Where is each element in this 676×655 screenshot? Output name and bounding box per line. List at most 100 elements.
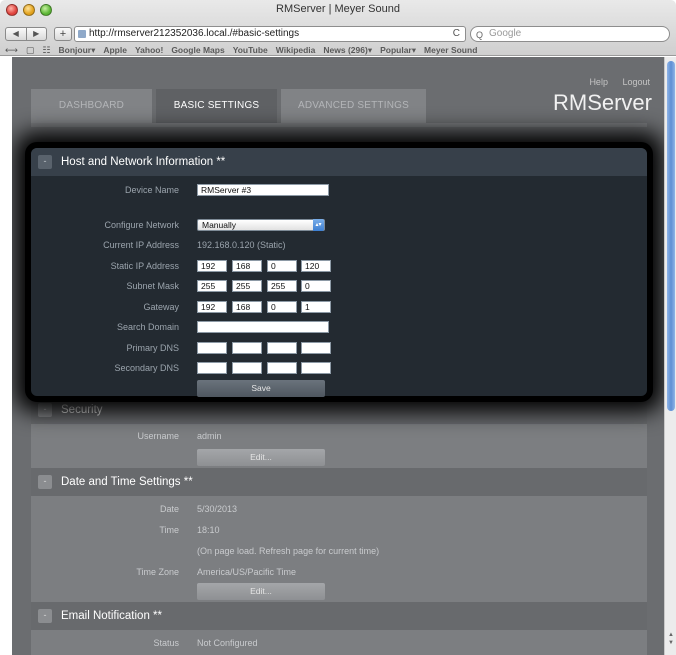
bookmarks-bar: ⟷ ▢ ☷ Bonjour▾ Apple Yahoo! Google Maps … <box>5 44 477 56</box>
gateway-label: Gateway <box>143 301 179 312</box>
main-tabs: DASHBOARD BASIC SETTINGS ADVANCED SETTIN… <box>31 89 426 123</box>
bookmark-item[interactable]: Meyer Sound <box>424 45 477 55</box>
email-panel: - Email Notification ** Status Not Confi… <box>31 602 647 655</box>
email-header[interactable]: - Email Notification ** <box>31 602 647 630</box>
search-input[interactable]: Q Google <box>470 26 670 42</box>
primary-dns-octet-3[interactable] <box>267 341 297 354</box>
scroll-thumb[interactable] <box>667 61 675 411</box>
static-ip-octet-3[interactable]: 0 <box>267 259 297 272</box>
page-scrollbar[interactable]: ▲ ▼ <box>664 57 676 655</box>
timezone-value: America/US/Pacific Time <box>197 567 297 577</box>
bookmark-item[interactable]: Google Maps <box>171 45 224 55</box>
status-value: Not Configured <box>197 638 258 648</box>
static-ip-octet-2[interactable]: 168 <box>232 259 262 272</box>
username-row: Username admin <box>31 426 647 447</box>
current-ip-value: 192.168.0.120 (Static) <box>197 240 286 250</box>
bookmark-item[interactable]: Yahoo! <box>135 45 163 55</box>
date-value: 5/30/2013 <box>197 504 238 514</box>
search-domain-input[interactable] <box>197 321 329 333</box>
configure-network-value: Manually <box>202 219 237 230</box>
secondary-dns-octet-3[interactable] <box>267 362 297 374</box>
primary-dns-octet-2[interactable] <box>232 341 262 354</box>
device-name-input[interactable]: RMServer #3 <box>197 184 329 196</box>
tab-advanced-settings[interactable]: ADVANCED SETTINGS <box>281 89 426 123</box>
network-title: Host and Network Information ** <box>61 156 226 168</box>
back-forward-buttons: ◀ ▶ <box>5 27 47 41</box>
subnet-octet-3[interactable]: 255 <box>267 280 297 292</box>
configure-network-row: Configure Network Manually ▴▾ <box>31 215 647 236</box>
network-header[interactable]: - Host and Network Information ** <box>31 148 647 176</box>
bookmark-item[interactable]: Bonjour▾ <box>59 45 96 56</box>
bookmark-item[interactable]: YouTube <box>233 45 268 55</box>
collapse-icon[interactable]: - <box>38 609 52 623</box>
back-button[interactable]: ◀ <box>6 28 27 40</box>
datetime-header[interactable]: - Date and Time Settings ** <box>31 468 647 496</box>
security-panel: - Security Username admin Edit... <box>31 396 647 468</box>
gateway-row: Gateway 192 168 0 1 <box>31 297 647 318</box>
subnet-octet-1[interactable]: 255 <box>197 280 227 292</box>
static-ip-octet-1[interactable]: 192 <box>197 259 227 272</box>
datetime-body: Date 5/30/2013 Time 18:10 (On page load.… <box>31 496 647 602</box>
gateway-octet-3[interactable]: 0 <box>267 300 297 313</box>
collapse-icon[interactable]: - <box>38 155 52 169</box>
logout-link[interactable]: Logout <box>622 77 650 87</box>
static-ip-octet-4[interactable]: 120 <box>301 259 331 272</box>
primary-dns-octet-4[interactable] <box>301 341 331 354</box>
security-title: Security <box>61 404 103 416</box>
bookmarks-book-icon[interactable]: ▢ <box>26 45 35 56</box>
collapse-icon[interactable]: - <box>38 475 52 489</box>
date-row: Date 5/30/2013 <box>31 499 647 520</box>
edit-security-button[interactable]: Edit... <box>197 449 325 466</box>
date-label: Date <box>159 504 179 514</box>
time-note: (On page load. Refresh page for current … <box>197 546 380 556</box>
static-ip-label: Static IP Address <box>110 260 179 271</box>
web-page: Help Logout RMServer DASHBOARD BASIC SET… <box>12 57 664 655</box>
add-bookmark-button[interactable]: + <box>54 27 72 41</box>
secondary-dns-octet-2[interactable] <box>232 362 262 374</box>
reload-icon[interactable]: C <box>453 27 460 41</box>
gateway-octet-1[interactable]: 192 <box>197 300 227 313</box>
secondary-dns-octet-1[interactable] <box>197 362 227 374</box>
status-label: Status <box>153 638 179 648</box>
timezone-label: Time Zone <box>136 567 179 577</box>
reading-list-icon[interactable]: ⟷ <box>5 45 18 56</box>
current-ip-row: Current IP Address 192.168.0.120 (Static… <box>31 235 647 256</box>
network-body: Device Name RMServer #3 Configure Networ… <box>31 176 647 399</box>
gateway-octet-4[interactable]: 1 <box>301 300 331 313</box>
window-title: RMServer | Meyer Sound <box>276 3 400 15</box>
primary-dns-label: Primary DNS <box>126 342 179 353</box>
tab-basic-settings[interactable]: BASIC SETTINGS <box>156 89 277 123</box>
bookmark-item[interactable]: Apple <box>103 45 127 55</box>
bookmark-item[interactable]: Popular▾ <box>380 45 416 56</box>
secondary-dns-row: Secondary DNS <box>31 358 647 379</box>
save-button[interactable]: Save <box>197 379 325 397</box>
help-link[interactable]: Help <box>589 77 608 87</box>
scroll-arrows-icon[interactable]: ▲ ▼ <box>668 631 674 647</box>
primary-dns-octet-1[interactable] <box>197 341 227 354</box>
collapse-icon[interactable]: - <box>38 403 52 417</box>
top-sites-icon[interactable]: ☷ <box>42 45 50 56</box>
time-label: Time <box>159 525 179 535</box>
forward-button[interactable]: ▶ <box>27 28 47 40</box>
secondary-dns-octet-4[interactable] <box>301 362 331 374</box>
edit-datetime-button[interactable]: Edit... <box>197 583 325 600</box>
configure-network-select[interactable]: Manually ▴▾ <box>197 218 325 231</box>
subnet-octet-4[interactable]: 0 <box>301 280 331 292</box>
address-bar[interactable]: http://rmserver212352036.local./#basic-s… <box>74 26 466 42</box>
bookmark-item[interactable]: News (296)▾ <box>323 45 372 56</box>
browser-toolbar: RMServer | Meyer Sound ◀ ▶ + http://rmse… <box>0 0 676 56</box>
time-row: Time 18:10 <box>31 520 647 541</box>
status-row: Status Not Configured <box>31 633 647 654</box>
email-body: Status Not Configured <box>31 630 647 655</box>
gateway-octet-2[interactable]: 168 <box>232 300 262 313</box>
subnet-row: Subnet Mask 255 255 255 0 <box>31 276 647 297</box>
tab-dashboard[interactable]: DASHBOARD <box>31 89 152 123</box>
current-ip-label: Current IP Address <box>103 240 179 250</box>
subnet-octet-2[interactable]: 255 <box>232 280 262 292</box>
email-title: Email Notification ** <box>61 610 162 622</box>
bookmark-item[interactable]: Wikipedia <box>276 45 316 55</box>
security-header[interactable]: - Security <box>31 396 647 424</box>
search-icon: Q <box>476 30 484 40</box>
search-domain-row: Search Domain <box>31 317 647 338</box>
